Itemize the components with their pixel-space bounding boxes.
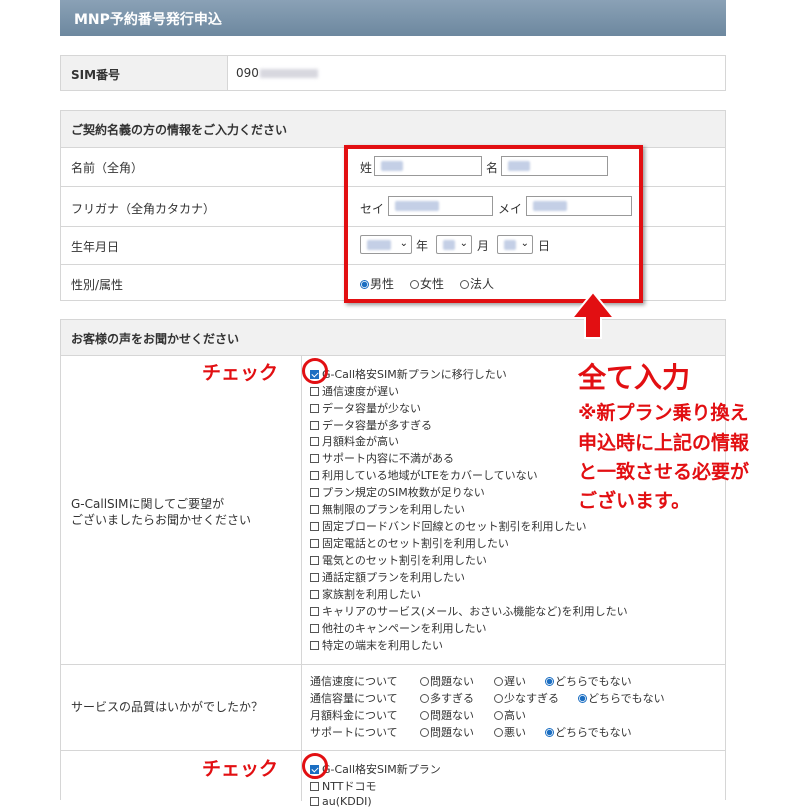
note-line-1: ※新プラン乗り換え — [578, 402, 749, 424]
checkbox-icon — [310, 624, 319, 633]
checkbox-icon — [310, 782, 319, 791]
quality-radio[interactable]: 少なすぎる — [494, 690, 559, 706]
arrow-up-icon — [569, 290, 617, 339]
quality-radio[interactable]: どちらでもない — [545, 673, 632, 689]
note-line-4: ございます。 — [578, 490, 691, 512]
all-input-annotation: 全て入力 — [578, 361, 691, 394]
name-label: 名前（全角） — [71, 161, 144, 175]
page-title: MNP予約番号発行申込 — [60, 0, 726, 36]
voice-section-title: お客様の声をお聞かせください — [71, 332, 240, 346]
quality-capacity-label: 通信容量について — [310, 692, 398, 705]
next-carrier-checkbox[interactable]: NTTドコモ — [310, 778, 376, 794]
radio-selected-icon — [578, 694, 587, 703]
radio-icon — [494, 728, 503, 737]
check-circle-2 — [302, 753, 328, 779]
quality-radio[interactable]: 問題ない — [420, 707, 474, 723]
request-checkbox[interactable]: 利用している地域がLTEをカバーしていない — [310, 467, 538, 483]
request-label-line1: G-CallSIMに関してご要望が — [71, 497, 225, 511]
checkbox-icon — [310, 471, 319, 480]
check-annotation-2: チェック — [202, 758, 279, 780]
checkbox-icon — [310, 488, 319, 497]
contract-section-title: ご契約名義の方の情報をご入力ください — [71, 123, 288, 137]
checkbox-icon — [310, 641, 319, 650]
checkbox-icon — [310, 573, 319, 582]
sim-number-value: 090 — [236, 66, 259, 80]
radio-icon — [420, 677, 429, 686]
request-checkbox[interactable]: 固定電話とのセット割引を利用したい — [310, 535, 509, 551]
quality-radio[interactable]: 問題ない — [420, 673, 474, 689]
request-checkbox[interactable]: 月額料金が高い — [310, 433, 399, 449]
quality-radio[interactable]: 多すぎる — [420, 690, 474, 706]
checkbox-icon — [310, 404, 319, 413]
check-annotation-1: チェック — [202, 362, 279, 384]
quality-radio[interactable]: 問題ない — [420, 724, 474, 740]
quality-radio[interactable]: どちらでもない — [545, 724, 632, 740]
radio-icon — [420, 694, 429, 703]
checkbox-icon — [310, 607, 319, 616]
request-checkbox[interactable]: データ容量が少ない — [310, 400, 421, 416]
quality-label: サービスの品質はいかがでしたか？ — [71, 700, 264, 714]
radio-icon — [420, 711, 429, 720]
next-carrier-checkbox[interactable]: au(KDDI) — [310, 795, 372, 808]
birthdate-label: 生年月日 — [71, 240, 120, 254]
request-checkbox[interactable]: 固定ブロードバンド回線とのセット割引を利用したい — [310, 518, 586, 534]
radio-icon — [494, 677, 503, 686]
checkbox-icon — [310, 556, 319, 565]
quality-radio[interactable]: どちらでもない — [578, 690, 665, 706]
checkbox-icon — [310, 437, 319, 446]
radio-selected-icon — [545, 728, 554, 737]
note-line-3: と一致させる必要が — [578, 461, 750, 483]
checkbox-icon — [310, 539, 319, 548]
request-checkbox[interactable]: 特定の端末を利用したい — [310, 637, 443, 653]
checkbox-icon — [310, 522, 319, 531]
check-circle-1 — [302, 358, 328, 384]
request-checkbox[interactable]: プラン規定のSIM枚数が足りない — [310, 484, 485, 500]
sim-number-label: SIM番号 — [71, 68, 121, 82]
request-checkbox[interactable]: 他社のキャンペーンを利用したい — [310, 620, 486, 636]
request-checkbox[interactable]: キャリアのサービス(メール、おさいふ機能など)を利用したい — [310, 603, 628, 619]
radio-icon — [494, 711, 503, 720]
request-label-line2: ございましたらお聞かせください — [71, 513, 252, 527]
sim-number-row: SIM番号 090 — [60, 55, 726, 91]
quality-radio[interactable]: 悪い — [494, 724, 526, 740]
quality-radio[interactable]: 遅い — [494, 673, 526, 689]
input-highlight-box — [344, 145, 643, 303]
radio-icon — [494, 694, 503, 703]
request-checkbox[interactable]: データ容量が多すぎる — [310, 417, 432, 433]
request-checkbox[interactable]: 通信速度が遅い — [310, 383, 399, 399]
checkbox-icon — [310, 590, 319, 599]
checkbox-icon — [310, 505, 319, 514]
request-checkbox[interactable]: 家族割を利用したい — [310, 586, 421, 602]
radio-icon — [420, 728, 429, 737]
quality-support-label: サポートについて — [310, 726, 398, 739]
checkbox-icon — [310, 797, 319, 806]
note-line-2: 申込時に上記の情報 — [578, 432, 750, 454]
gender-label: 性別/属性 — [71, 278, 124, 292]
request-checkbox[interactable]: 通話定額プランを利用したい — [310, 569, 465, 585]
next-carrier-checkbox[interactable]: G-Call格安SIM新プラン — [310, 761, 441, 777]
request-checkbox[interactable]: サポート内容に不満がある — [310, 450, 454, 466]
checkbox-icon — [310, 454, 319, 463]
quality-radio[interactable]: 高い — [494, 707, 526, 723]
request-checkbox[interactable]: G-Call格安SIM新プランに移行したい — [310, 366, 507, 382]
sim-number-masked — [260, 69, 318, 78]
request-checkbox[interactable]: 無制限のプランを利用したい — [310, 501, 465, 517]
request-checkbox[interactable]: 電気とのセット割引を利用したい — [310, 552, 487, 568]
kana-label: フリガナ（全角カタカナ） — [71, 202, 216, 216]
checkbox-icon — [310, 421, 319, 430]
quality-price-label: 月額料金について — [310, 709, 398, 722]
quality-speed-label: 通信速度について — [310, 675, 398, 688]
radio-selected-icon — [545, 677, 554, 686]
checkbox-icon — [310, 387, 319, 396]
